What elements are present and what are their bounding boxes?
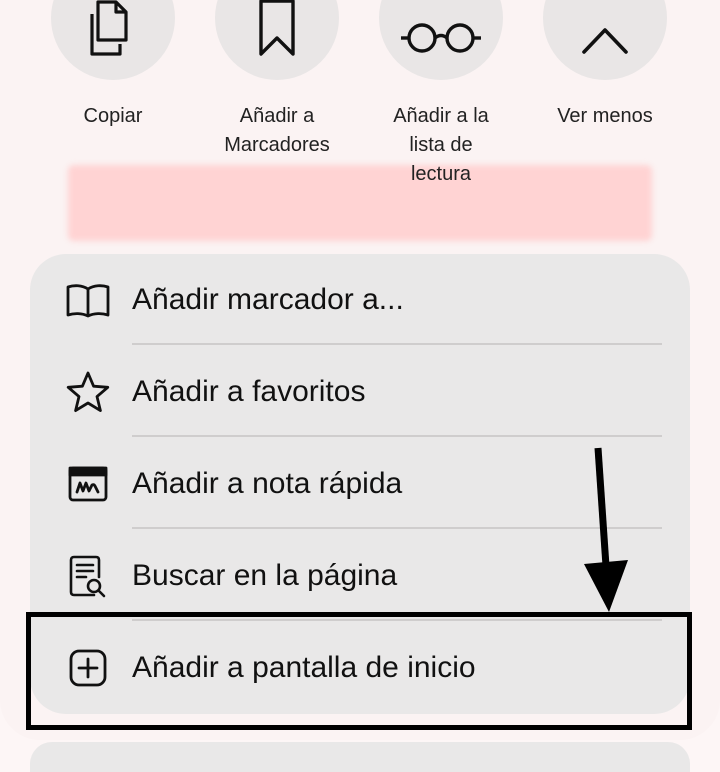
find-in-page-icon <box>69 555 106 598</box>
book-icon <box>66 284 110 318</box>
add-bookmark-action-label: Añadir a Marcadores <box>224 105 330 156</box>
see-less-action-label: Ver menos <box>557 105 653 127</box>
reading-list-action[interactable]: Añadir a la lista de lectura <box>359 0 523 189</box>
annotation-arrow-icon <box>584 447 628 612</box>
quick-actions-row: Copiar Añadir a Marcadores Añadir a la l… <box>0 0 720 250</box>
quick-note-icon <box>68 466 108 502</box>
menu-item-label: Añadir marcador a... <box>132 283 404 316</box>
see-less-action[interactable]: Ver menos <box>523 0 687 131</box>
copy-icon <box>90 0 128 56</box>
menu-item-add-bookmark-to[interactable]: Añadir marcador a... <box>30 254 690 346</box>
chevron-up-icon <box>582 28 628 54</box>
reading-list-action-circle[interactable] <box>379 0 503 80</box>
menu-item-label: Añadir a nota rápida <box>132 467 403 500</box>
reading-list-action-label: Añadir a la lista de lectura <box>393 105 489 185</box>
copy-action-circle[interactable] <box>51 0 175 80</box>
menu-divider <box>132 435 662 437</box>
annotation-highlight-box <box>26 612 692 730</box>
star-icon <box>66 371 110 412</box>
menu-item-add-to-favorites[interactable]: Añadir a favoritos <box>30 346 690 438</box>
add-bookmark-action[interactable]: Añadir a Marcadores <box>195 0 359 160</box>
glasses-icon <box>401 23 481 53</box>
menu-divider <box>132 343 662 345</box>
bookmark-icon <box>259 0 295 56</box>
next-menu-group <box>30 742 690 772</box>
add-bookmark-action-circle[interactable] <box>215 0 339 80</box>
menu-item-label: Buscar en la página <box>132 559 398 592</box>
copy-action-label: Copiar <box>83 105 143 127</box>
menu-item-label: Añadir a favoritos <box>132 375 366 408</box>
copy-action[interactable]: Copiar <box>31 0 195 131</box>
see-less-action-circle[interactable] <box>543 0 667 80</box>
